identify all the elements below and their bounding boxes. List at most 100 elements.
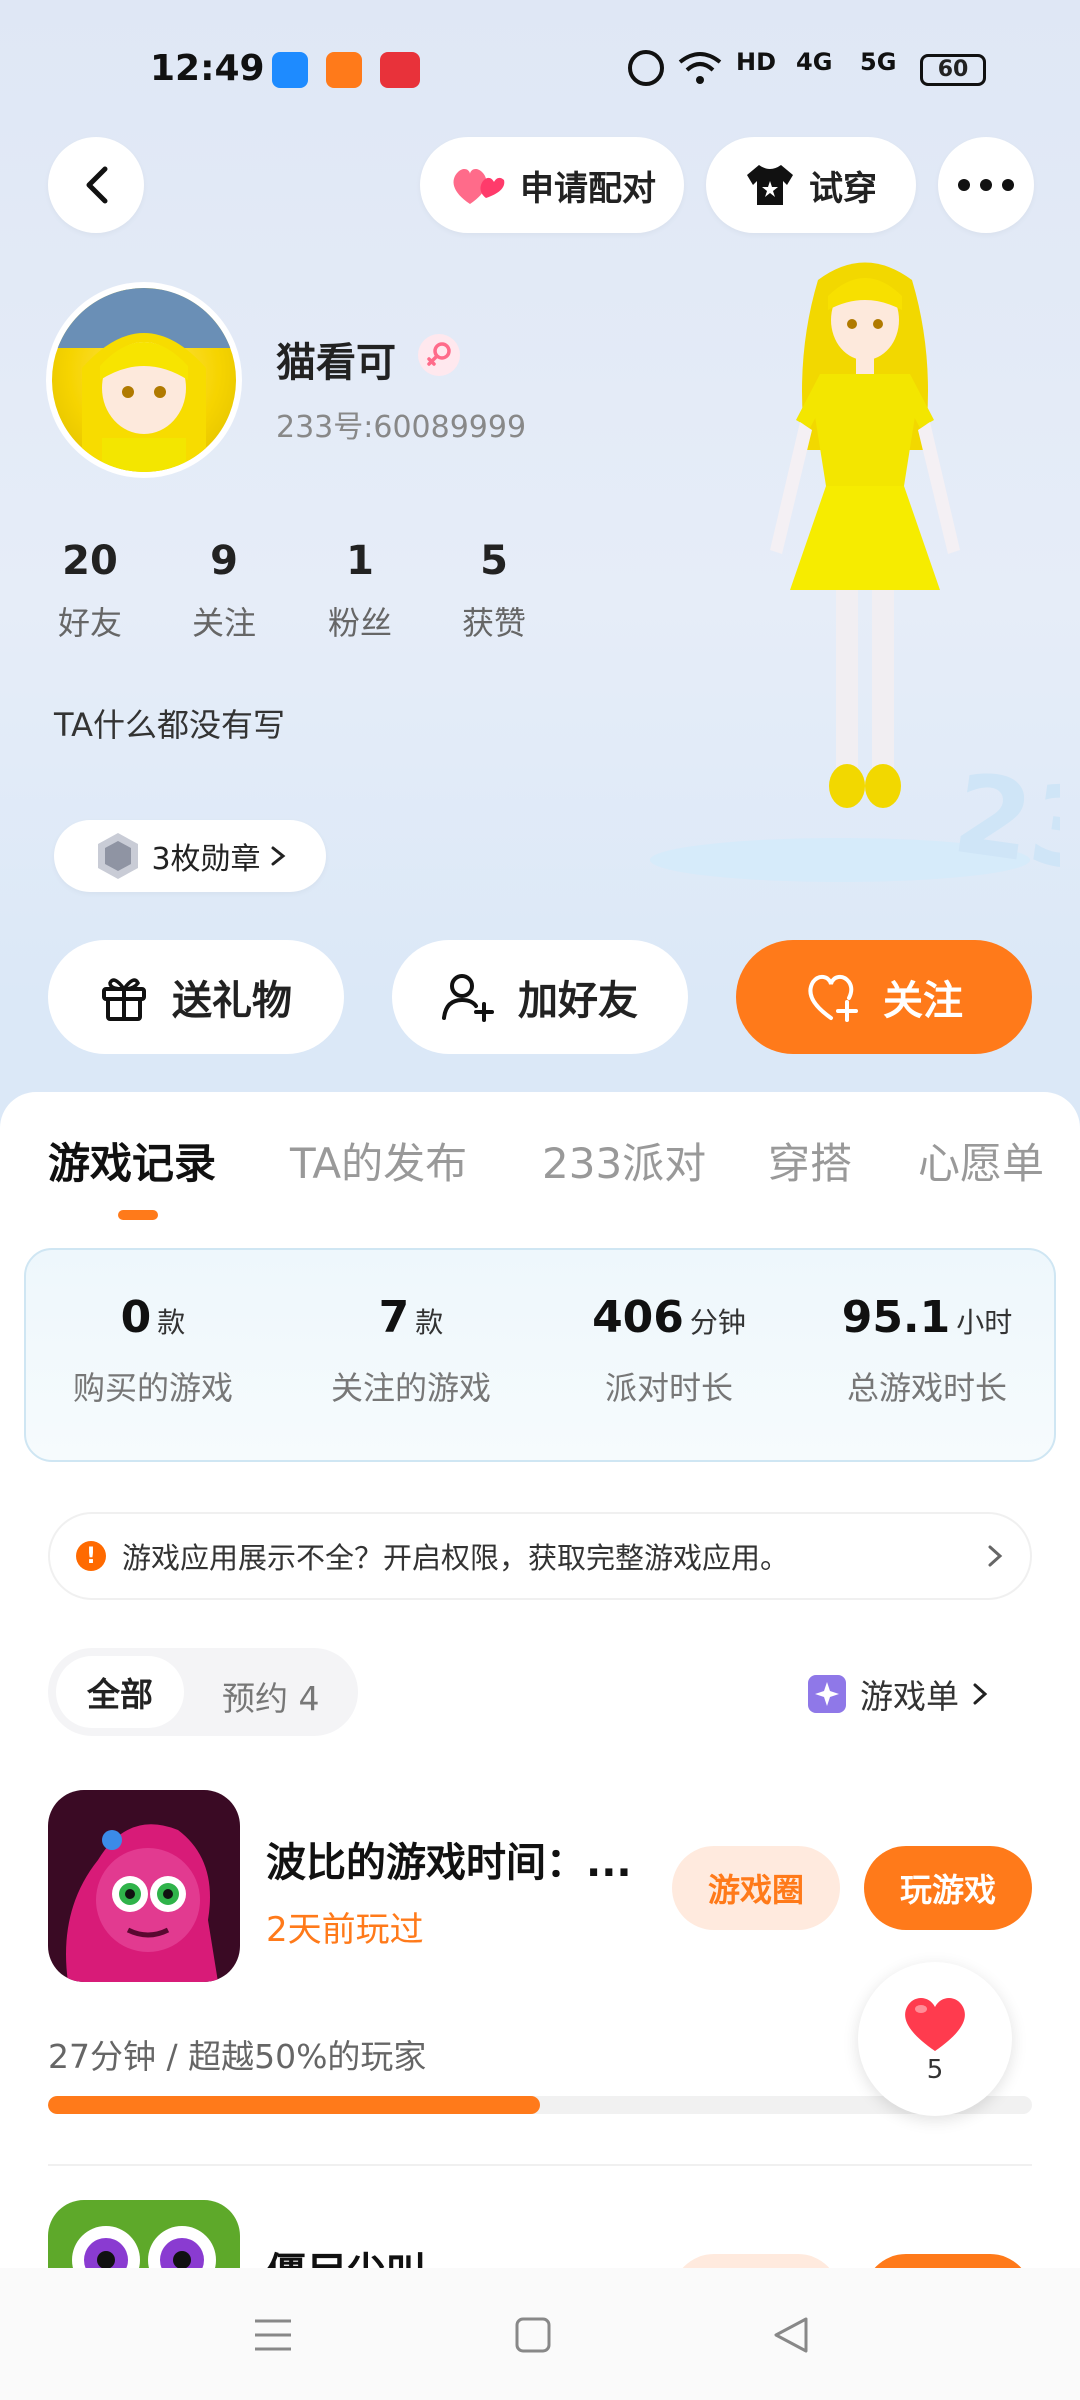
news-notification-icon xyxy=(380,52,420,88)
add-user-icon xyxy=(442,974,494,1022)
medal-icon xyxy=(98,833,139,879)
user-id: 233号:60089999 xyxy=(276,410,527,445)
game-circle-button[interactable]: 游戏圈 xyxy=(672,1846,840,1930)
more-button[interactable] xyxy=(938,137,1034,233)
summary-label: 派对时长 xyxy=(604,1369,733,1407)
heart-plus-icon xyxy=(808,975,858,1022)
chevron-right-icon xyxy=(271,846,285,866)
hd-label: HD xyxy=(736,48,777,76)
add-friend-button[interactable]: 加好友 xyxy=(392,940,688,1054)
like-count: 5 xyxy=(926,2055,944,2085)
summary-value: 406 xyxy=(592,1292,684,1343)
summary-party-time[interactable]: 406 分钟 派对时长 xyxy=(540,1292,798,1409)
medals-button[interactable]: 3枚勋章 xyxy=(54,820,326,892)
tab-outfits[interactable]: 穿搭 xyxy=(768,1130,852,1191)
stat-value: 20 xyxy=(62,538,118,584)
tab-game-records[interactable]: 游戏记录 xyxy=(48,1130,216,1191)
send-gift-button[interactable]: 送礼物 xyxy=(48,940,344,1054)
summary-unit: 分钟 xyxy=(689,1306,746,1339)
divider xyxy=(48,2164,1032,2166)
filter-all[interactable]: 全部 xyxy=(56,1656,184,1728)
status-time: 12:49 xyxy=(150,48,265,89)
stat-value: 9 xyxy=(210,538,238,584)
more-dots-icon xyxy=(958,179,1014,191)
warning-icon: ! xyxy=(76,1541,106,1571)
female-gender-icon xyxy=(418,334,460,376)
app-notification-icon xyxy=(326,52,362,88)
game-list-button[interactable]: 游戏单 xyxy=(806,1670,989,1718)
battery-icon: 60 xyxy=(920,54,986,86)
game-progress-bar xyxy=(48,2096,1032,2114)
medals-label: 3枚勋章 xyxy=(151,842,261,877)
add-friend-label: 加好友 xyxy=(518,978,638,1024)
game-last-played: 2天前玩过 xyxy=(266,1910,424,1950)
stat-label: 关注 xyxy=(191,604,256,642)
home-nav-button[interactable] xyxy=(498,2300,568,2370)
stat-fans[interactable]: 1 粉丝 xyxy=(300,538,420,644)
summary-label: 关注的游戏 xyxy=(330,1369,491,1407)
back-triangle-icon xyxy=(774,2317,808,2353)
alarm-icon xyxy=(628,50,664,86)
follow-label: 关注 xyxy=(883,978,963,1024)
summary-unit: 小时 xyxy=(956,1306,1013,1339)
bio-text: TA什么都没有写 xyxy=(54,706,285,744)
game-title[interactable]: 波比的游戏时间：... xyxy=(266,1830,632,1888)
like-button[interactable]: 5 xyxy=(858,1962,1012,2116)
chevron-left-icon xyxy=(86,166,108,204)
send-gift-label: 送礼物 xyxy=(172,978,292,1024)
filter-reserved[interactable]: 预约 4 xyxy=(222,1672,320,1720)
tab-233-party[interactable]: 233派对 xyxy=(542,1130,706,1191)
gift-icon xyxy=(102,978,146,1021)
stat-label: 粉丝 xyxy=(327,604,392,642)
summary-value: 0 xyxy=(120,1292,152,1343)
permission-notice[interactable]: ! 游戏应用展示不全？开启权限，获取完整游戏应用。 xyxy=(48,1512,1032,1600)
stat-label: 获赞 xyxy=(461,604,526,642)
home-square-icon xyxy=(515,2317,551,2353)
try-on-label: 试穿 xyxy=(809,168,877,209)
5g-signal-icon: 5G xyxy=(860,48,897,76)
stat-likes[interactable]: 5 获赞 xyxy=(434,538,554,644)
back-button[interactable] xyxy=(48,137,144,233)
summary-purchased[interactable]: 0款 购买的游戏 xyxy=(24,1292,282,1409)
hearts-icon xyxy=(453,168,505,204)
follow-button[interactable]: 关注 xyxy=(736,940,1032,1054)
chevron-right-icon xyxy=(988,1545,1003,1567)
summary-followed[interactable]: 7款 关注的游戏 xyxy=(282,1292,540,1409)
summary-label: 购买的游戏 xyxy=(72,1369,233,1407)
stat-value: 5 xyxy=(480,538,508,584)
summary-unit: 款 xyxy=(415,1306,444,1339)
character-3d-model xyxy=(770,262,960,808)
stat-friends[interactable]: 20 好友 xyxy=(30,538,150,644)
game-list-label: 游戏单 xyxy=(860,1677,959,1716)
avatar-image xyxy=(52,288,236,472)
status-bar: 12:49 HD 4G 5G 60 xyxy=(0,0,1080,140)
summary-value: 7 xyxy=(378,1292,410,1343)
app-notification-icon xyxy=(272,52,308,88)
game-cover-image xyxy=(48,1790,240,1982)
game-progress-fill xyxy=(48,2096,540,2114)
menu-icon xyxy=(255,2319,291,2351)
sparkle-list-icon xyxy=(808,1675,846,1713)
summary-label: 总游戏时长 xyxy=(846,1369,1007,1407)
back-nav-button[interactable] xyxy=(756,2300,826,2370)
tab-indicator xyxy=(118,1210,158,1220)
stat-following[interactable]: 9 关注 xyxy=(164,538,284,644)
4g-signal-icon: 4G xyxy=(796,48,833,76)
chevron-right-icon xyxy=(973,1683,988,1705)
apply-pair-label: 申请配对 xyxy=(520,168,656,209)
tab-wishlist[interactable]: 心愿单 xyxy=(918,1130,1044,1191)
summary-total-time[interactable]: 95.1 小时 总游戏时长 xyxy=(798,1292,1056,1409)
heart-icon xyxy=(905,1998,965,2051)
play-game-button[interactable]: 玩游戏 xyxy=(864,1846,1032,1930)
avatar[interactable] xyxy=(46,282,242,478)
tab-ta-posts[interactable]: TA的发布 xyxy=(290,1130,467,1191)
summary-value: 95.1 xyxy=(841,1292,951,1343)
stat-value: 1 xyxy=(346,538,374,584)
menu-nav-button[interactable] xyxy=(238,2300,308,2370)
game-icon[interactable] xyxy=(48,1790,240,1982)
tshirt-icon xyxy=(747,165,793,205)
nickname: 猫看可 xyxy=(276,340,396,386)
wifi-icon xyxy=(678,52,722,84)
apply-pair-button[interactable]: 申请配对 xyxy=(420,137,684,233)
try-on-button[interactable]: 试穿 xyxy=(706,137,916,233)
